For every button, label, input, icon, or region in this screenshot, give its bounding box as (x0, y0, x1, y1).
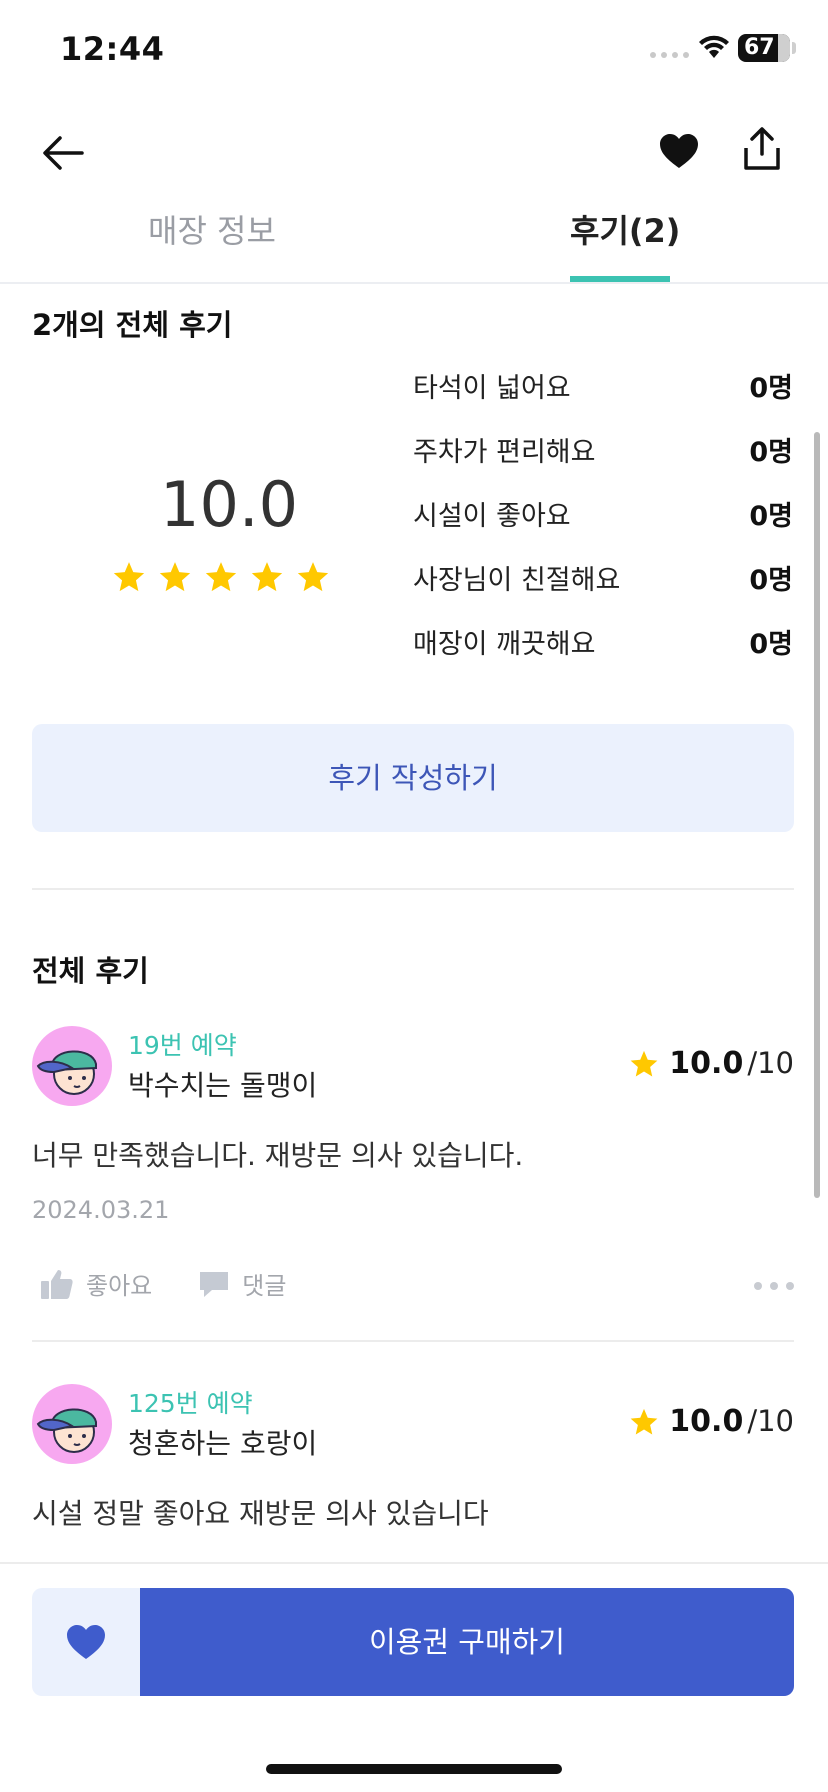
all-reviews-title: 전체 후기 (32, 954, 149, 988)
review-text: 시설 정말 좋아요 재방문 의사 있습니다 (32, 1497, 489, 1530)
rating-value: 10.0 (669, 1046, 744, 1081)
rating-max: /10 (747, 1404, 794, 1438)
review-item: 19번 예약 박수치는 돌맹이 10.0 /10 너무 만족했습니다. 재방문 … (32, 1026, 794, 1316)
scrollbar[interactable] (814, 432, 820, 1198)
share-icon[interactable] (740, 126, 784, 172)
tag-count: 0명 (749, 629, 793, 660)
rating-value: 10.0 (669, 1404, 744, 1439)
tag-row: 사장님이 친절해요 0명 (413, 554, 793, 618)
star-icon (297, 562, 329, 592)
tag-row: 매장이 깨끗해요 0명 (413, 618, 793, 682)
wishlist-button[interactable] (32, 1588, 140, 1696)
tag-row: 주차가 편리해요 0명 (413, 426, 793, 490)
tag-count: 0명 (749, 437, 793, 468)
reviewer-nickname: 박수치는 돌맹이 (128, 1069, 318, 1102)
booking-number: 19번 예약 (128, 1031, 237, 1060)
write-review-button[interactable]: 후기 작성하기 (32, 724, 794, 832)
buy-pass-button[interactable]: 이용권 구매하기 (140, 1588, 794, 1696)
divider (32, 1340, 794, 1342)
tag-label: 사장님이 친절해요 (413, 565, 621, 596)
tag-row: 타석이 넓어요 0명 (413, 362, 793, 426)
tag-label: 시설이 좋아요 (413, 501, 571, 532)
review-tag-list: 타석이 넓어요 0명 주차가 편리해요 0명 시설이 좋아요 0명 사장님이 친… (413, 362, 793, 682)
more-options-icon[interactable] (754, 1282, 794, 1290)
avatar[interactable] (32, 1026, 112, 1106)
battery-level: 67 (744, 35, 775, 60)
review-rating: 10.0 /10 (629, 1046, 794, 1081)
status-time: 12:44 (60, 30, 165, 68)
tag-count: 0명 (749, 501, 793, 532)
like-label: 좋아요 (86, 1272, 153, 1300)
booking-number: 125번 예약 (128, 1389, 253, 1418)
like-button[interactable]: 좋아요 (40, 1266, 152, 1301)
tag-label: 매장이 깨끗해요 (413, 629, 596, 660)
status-bar: 12:44 67 (0, 0, 828, 100)
review-date: 2024.03.21 (32, 1196, 170, 1224)
battery-nub (792, 42, 796, 54)
tag-row: 시설이 좋아요 0명 (413, 490, 793, 554)
star-icon (205, 562, 237, 592)
bottom-bar: 이용권 구매하기 (0, 1562, 828, 1792)
star-icon (251, 562, 283, 592)
comment-icon (200, 1271, 229, 1297)
review-rating: 10.0 /10 (629, 1404, 794, 1439)
battery-icon: 67 (738, 34, 790, 62)
tag-count: 0명 (749, 565, 793, 596)
tag-label: 타석이 넓어요 (413, 373, 571, 404)
tab-bar: 매장 정보 후기(2) (0, 200, 828, 284)
rating-max: /10 (747, 1046, 794, 1080)
heart-icon (67, 1625, 105, 1659)
review-item: 125번 예약 청혼하는 호랑이 10.0 /10 시설 정말 좋아요 재방문 … (32, 1384, 794, 1560)
home-indicator (266, 1764, 562, 1774)
average-score: 10.0 (160, 468, 299, 541)
average-stars (112, 560, 330, 594)
arrow-left-icon[interactable] (40, 130, 86, 176)
review-text: 너무 만족했습니다. 재방문 의사 있습니다. (32, 1139, 524, 1172)
wifi-icon (699, 35, 729, 58)
tag-count: 0명 (749, 373, 793, 404)
comment-label: 댓글 (242, 1272, 287, 1300)
active-tab-indicator (570, 276, 670, 282)
review-actions: 좋아요 댓글 (40, 1266, 332, 1301)
cellular-signal-icon (650, 52, 689, 58)
avatar[interactable] (32, 1384, 112, 1464)
star-icon (159, 562, 191, 592)
star-icon (630, 1408, 658, 1434)
thumbs-up-icon (41, 1269, 73, 1299)
divider (32, 888, 794, 890)
tab-store-info[interactable]: 매장 정보 (148, 206, 276, 284)
star-icon (630, 1050, 658, 1076)
reviewer-nickname: 청혼하는 호랑이 (128, 1427, 318, 1460)
tab-reviews[interactable]: 후기(2) (570, 206, 680, 284)
tag-label: 주차가 편리해요 (413, 437, 596, 468)
heart-icon[interactable] (658, 130, 700, 172)
star-icon (113, 562, 145, 592)
comment-button[interactable]: 댓글 (198, 1266, 286, 1301)
review-summary-title: 2개의 전체 후기 (32, 308, 233, 342)
